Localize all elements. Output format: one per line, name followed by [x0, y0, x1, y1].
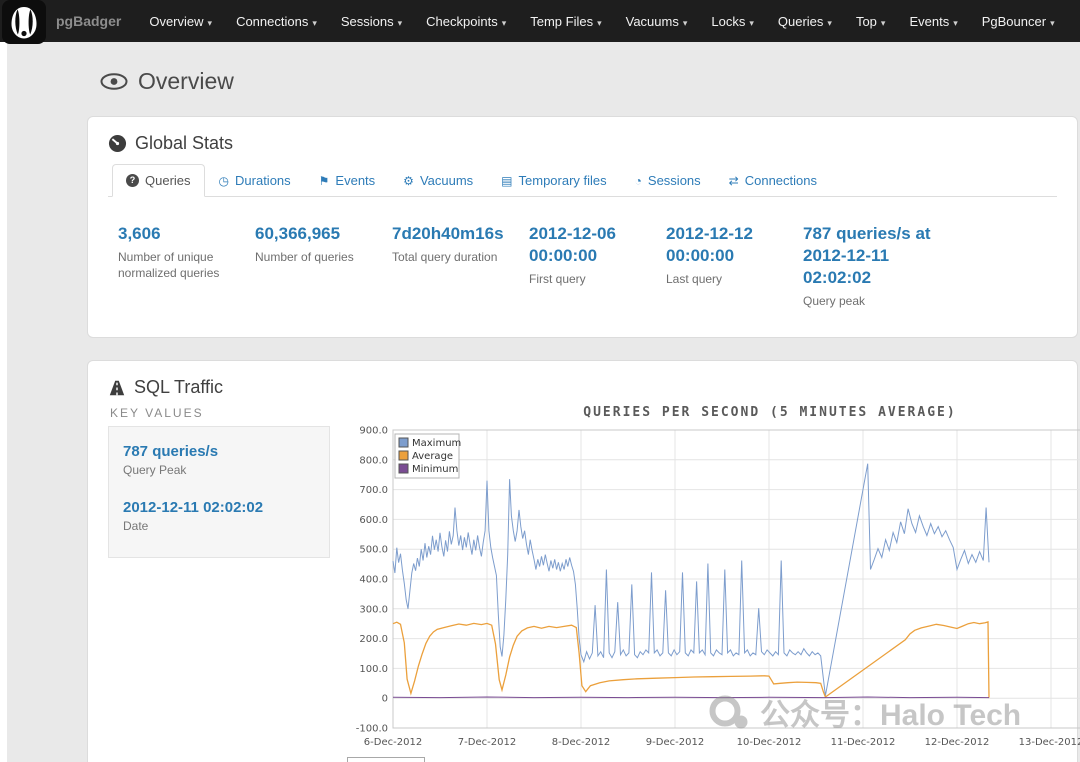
svg-text:6-Dec-2012: 6-Dec-2012 [364, 737, 422, 748]
sql-traffic-card: SQL Traffic KEY VALUES 787 queries/s Que… [87, 360, 1080, 762]
file-icon: ▤ [501, 173, 513, 188]
tab-durations[interactable]: ◷ Durations [205, 164, 305, 197]
svg-text:100.0: 100.0 [359, 664, 388, 675]
page-title-text: Overview [138, 68, 234, 94]
road-icon [109, 380, 125, 396]
nav-item-top[interactable]: Top ▾ [844, 14, 898, 29]
svg-text:900.0: 900.0 [359, 426, 388, 437]
tab-queries[interactable]: ? Queries [112, 164, 205, 197]
navbar: pgBadger Overview ▾ Connections ▾ Sessions… [0, 0, 1080, 44]
svg-text:Minimum: Minimum [412, 464, 458, 475]
svg-text:0: 0 [382, 694, 388, 705]
global-stats-values: 3,606 Number of unique normalized querie… [108, 197, 1057, 321]
pgbadger-report-screen: pgBadger Overview ▾ Connections ▾ Sessions… [0, 0, 1080, 762]
svg-text:7-Dec-2012: 7-Dec-2012 [458, 737, 516, 748]
exchange-icon: ⇄ [728, 173, 739, 188]
svg-text:500.0: 500.0 [359, 545, 388, 556]
dashboard-gauge-icon [108, 134, 127, 153]
gear-icon: ⚙ [403, 173, 414, 188]
eye-icon [100, 73, 128, 90]
svg-text:300.0: 300.0 [359, 605, 388, 616]
page-content: Overview Global Stats ? Queries ◷ Durati… [7, 42, 1080, 762]
svg-text:11-Dec-2012: 11-Dec-2012 [831, 737, 896, 748]
flag-icon: ⚑ [318, 173, 330, 188]
svg-text:-100.0: -100.0 [356, 724, 388, 735]
stat-query-peak: 787 queries/s at 2012-12-11 02:02:02 Que… [803, 224, 931, 309]
clock-icon: ◷ [218, 173, 230, 188]
chevron-down-icon: ▾ [207, 17, 213, 28]
chevron-down-icon: ▾ [749, 17, 754, 28]
nav-item-queries[interactable]: Queries ▾ [766, 14, 844, 29]
nav-item-events[interactable]: Events ▾ [897, 14, 969, 29]
key-value-date: 2012-12-11 02:02:02 Date [123, 499, 264, 534]
stat-first-query: 2012-12-06 00:00:00 First query [529, 224, 616, 287]
svg-text:Average: Average [412, 451, 453, 462]
chevron-down-icon: ▾ [501, 17, 507, 28]
svg-text:200.0: 200.0 [359, 635, 388, 646]
chevron-down-icon: ▾ [827, 17, 832, 28]
svg-text:800.0: 800.0 [359, 456, 388, 467]
chart-title: QUERIES PER SECOND (5 MINUTES AVERAGE) [583, 405, 957, 421]
chevron-down-icon: ▾ [1050, 17, 1055, 28]
global-stats-tabs: ? Queries ◷ Durations ⚑ Events ⚙ Vacuums… [108, 164, 1057, 197]
tab-connections[interactable]: ⇄ Connections [715, 164, 831, 197]
svg-text:10-Dec-2012: 10-Dec-2012 [737, 737, 802, 748]
tab-temporary-files[interactable]: ▤ Temporary files [487, 164, 620, 197]
tab-sessions[interactable]: ◔ Sessions [621, 164, 715, 197]
nav-menu: Overview ▾ Connections ▾ Sessions ▾ Checkpo… [137, 14, 1066, 29]
global-stats-card: Global Stats ? Queries ◷ Durations ⚑ Eve… [87, 116, 1078, 339]
key-value-query-peak: 787 queries/s Query Peak [123, 443, 219, 478]
tab-events[interactable]: ⚑ Events [305, 164, 390, 197]
nav-item-checkpoints[interactable]: Checkpoints ▾ [414, 14, 518, 29]
sql-traffic-chart: QUERIES PER SECOND (5 MINUTES AVERAGE) 9… [345, 405, 1080, 762]
chevron-down-icon: ▾ [682, 17, 688, 28]
chevron-down-icon: ▾ [312, 17, 317, 28]
svg-text:Maximum: Maximum [412, 438, 461, 449]
key-values-box: 787 queries/s Query Peak 2012-12-11 02:0… [108, 426, 330, 559]
svg-text:400.0: 400.0 [359, 575, 388, 586]
nav-item-connections[interactable]: Connections ▾ [224, 14, 329, 29]
page-title: Overview [100, 68, 1080, 95]
stat-last-query: 2012-12-12 00:00:00 Last query [666, 224, 753, 287]
nav-item-overview[interactable]: Overview ▾ [137, 14, 224, 29]
svg-text:600.0: 600.0 [359, 515, 388, 526]
brand-pgbadger[interactable]: pgBadger [56, 13, 121, 29]
chart-export-dropdown-partial[interactable] [347, 757, 425, 762]
svg-text:13-Dec-2012: 13-Dec-2012 [1019, 737, 1080, 748]
chevron-down-icon: ▾ [880, 17, 886, 28]
nav-item-temp-files[interactable]: Temp Files ▾ [518, 14, 613, 29]
nav-item-locks[interactable]: Locks ▾ [699, 14, 766, 29]
nav-item-sessions[interactable]: Sessions ▾ [329, 14, 414, 29]
tab-vacuums[interactable]: ⚙ Vacuums [389, 164, 487, 197]
svg-text:8-Dec-2012: 8-Dec-2012 [552, 737, 610, 748]
stat-total-duration: 7d20h40m16s Total query duration [392, 224, 504, 265]
stat-number-of-queries: 60,366,965 Number of queries [255, 224, 354, 265]
sql-traffic-title: SQL Traffic [108, 377, 1057, 398]
svg-text:9-Dec-2012: 9-Dec-2012 [646, 737, 704, 748]
queries-icon: ? [126, 174, 139, 187]
pgbadger-logo[interactable] [2, 0, 46, 44]
svg-text:12-Dec-2012: 12-Dec-2012 [925, 737, 990, 748]
chevron-down-icon: ▾ [397, 17, 403, 28]
nav-item-vacuums[interactable]: Vacuums ▾ [614, 14, 700, 29]
chevron-down-icon: ▾ [953, 17, 958, 28]
chevron-down-icon: ▾ [597, 17, 602, 28]
stat-unique-queries: 3,606 Number of unique normalized querie… [118, 224, 220, 281]
power-icon: ◔ [634, 173, 642, 188]
badger-icon [2, 0, 46, 44]
svg-text:700.0: 700.0 [359, 486, 388, 497]
queries-per-second-chart[interactable]: 900.0 800.0 700.0 600.0 500.0 400.0 300.0 200.0… [345, 422, 1080, 762]
global-stats-title: Global Stats [108, 133, 1057, 154]
nav-item-pgbouncer[interactable]: PgBouncer ▾ [970, 14, 1067, 29]
